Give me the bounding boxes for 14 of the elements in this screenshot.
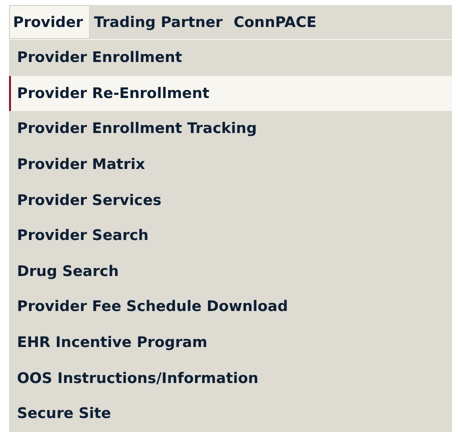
menu-item[interactable]: Provider Enrollment Tracking bbox=[9, 111, 452, 147]
menu-item[interactable]: Drug Search bbox=[9, 254, 452, 290]
menu-item[interactable]: Provider Enrollment bbox=[9, 40, 452, 76]
menu-item[interactable]: Provider Matrix bbox=[9, 146, 452, 182]
menu-item[interactable]: OOS Instructions/Information bbox=[9, 360, 452, 396]
menu-tab[interactable]: Trading Partner bbox=[90, 5, 230, 39]
menu-tab[interactable]: ConnPACE bbox=[230, 5, 324, 39]
menu-item[interactable]: Provider Services bbox=[9, 182, 452, 218]
menu-item[interactable]: Secure Site bbox=[9, 396, 452, 432]
menu-item[interactable]: EHR Incentive Program bbox=[9, 324, 452, 360]
menu-item[interactable]: Provider Fee Schedule Download bbox=[9, 289, 452, 325]
menu-item[interactable]: Provider Re-Enrollment bbox=[9, 76, 452, 112]
menu-item[interactable]: Provider Search bbox=[9, 218, 452, 254]
menu-tab[interactable]: Provider bbox=[9, 5, 90, 39]
